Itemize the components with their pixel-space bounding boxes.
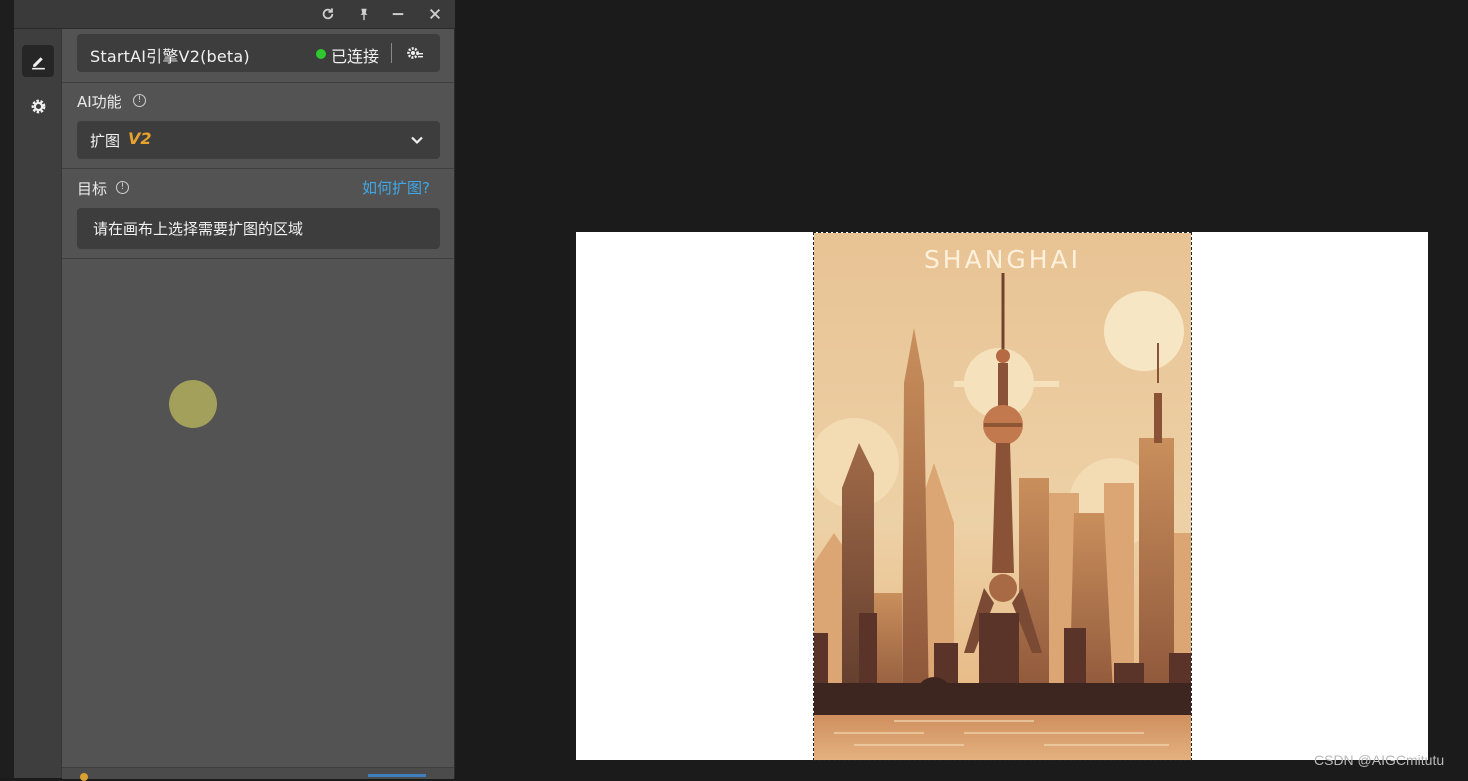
watermark: CSDN @AIGCmitutu — [1314, 752, 1445, 768]
section-divider — [62, 258, 454, 259]
shanghai-poster-image: SHANGHAI — [814, 233, 1191, 760]
chevron-down-icon — [411, 136, 423, 145]
panel-titlebar — [14, 0, 455, 29]
ai-function-select[interactable]: 扩图 V2 — [77, 121, 440, 159]
version-badge: V2 — [128, 129, 152, 148]
startai-panel: StartAI引擎V2(beta) 已连接 AI功能 ! 扩图 V2 目标 ! … — [14, 0, 455, 781]
target-label: 目标 — [77, 180, 108, 198]
pin-icon[interactable] — [354, 4, 374, 24]
connection-status: 已连接 — [331, 47, 380, 66]
engine-bar: StartAI引擎V2(beta) 已连接 — [77, 34, 440, 72]
gear-icon[interactable] — [22, 90, 54, 122]
engine-name: StartAI引擎V2(beta) — [90, 47, 250, 66]
refresh-icon[interactable] — [318, 4, 338, 24]
panel-sidebar — [14, 29, 62, 778]
info-icon[interactable]: ! — [116, 181, 129, 194]
close-icon[interactable] — [425, 4, 445, 24]
ai-function-label: AI功能 — [77, 93, 122, 111]
poster-title: SHANGHAI — [923, 245, 1082, 274]
left-edge — [0, 0, 14, 778]
ai-function-value: 扩图 — [90, 132, 121, 150]
engine-settings-icon[interactable] — [404, 42, 426, 64]
engine-divider — [391, 43, 392, 63]
panel-footer — [62, 767, 454, 781]
footer-status-dot — [80, 773, 88, 781]
panel-content: StartAI引擎V2(beta) 已连接 AI功能 ! 扩图 V2 目标 ! … — [62, 29, 454, 781]
target-placeholder: 请在画布上选择需要扩图的区域 — [93, 220, 304, 238]
minimize-icon[interactable] — [388, 4, 408, 24]
poster-illustration — [814, 233, 1191, 760]
section-divider — [62, 82, 454, 83]
cursor-highlight — [169, 380, 217, 428]
target-area-field: 请在画布上选择需要扩图的区域 — [77, 208, 440, 249]
section-divider — [62, 168, 454, 169]
footer-link[interactable] — [368, 774, 426, 777]
how-to-expand-link[interactable]: 如何扩图? — [362, 177, 430, 198]
status-dot — [316, 49, 326, 59]
info-icon[interactable]: ! — [133, 94, 146, 107]
pencil-icon[interactable] — [22, 45, 54, 77]
